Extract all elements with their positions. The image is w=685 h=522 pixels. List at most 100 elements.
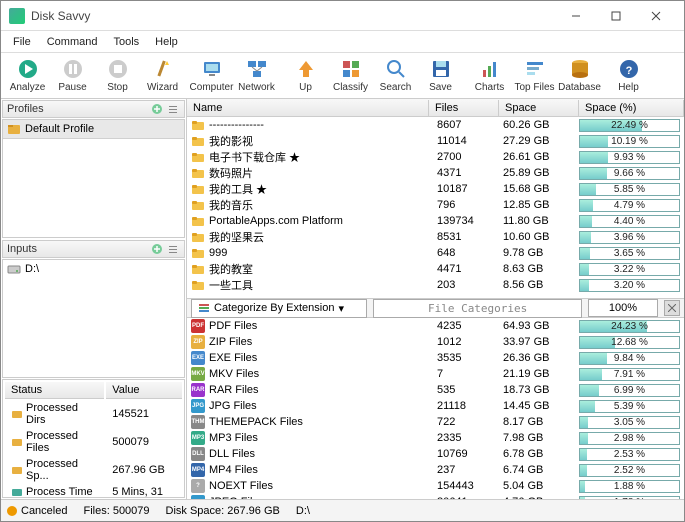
file-row[interactable]: ---------------860760.26 GB22.49 %: [187, 117, 684, 133]
toolbar-wizard-button[interactable]: Wizard: [140, 55, 185, 97]
col-name[interactable]: Name: [187, 100, 429, 116]
profile-item[interactable]: Default Profile: [3, 120, 184, 139]
file-count: 3535: [437, 352, 503, 364]
status-col-value[interactable]: Value: [106, 382, 182, 399]
menu-tools[interactable]: Tools: [105, 33, 147, 51]
file-name: PortableApps.com Platform: [209, 215, 437, 227]
file-count: 4235: [437, 320, 503, 332]
file-name: 999: [209, 247, 437, 259]
zoom-dropdown[interactable]: 100%: [588, 299, 658, 317]
toolbar-computer-button[interactable]: Computer: [189, 55, 234, 97]
toolbar-charts-button[interactable]: Charts: [467, 55, 512, 97]
menu-file[interactable]: File: [5, 33, 39, 51]
input-item[interactable]: D:\: [3, 260, 184, 278]
file-pct-bar: 2.98 %: [579, 432, 680, 445]
stop-icon: [107, 58, 129, 80]
file-space: 60.26 GB: [503, 119, 579, 131]
file-pct-bar: 4.79 %: [579, 199, 680, 212]
file-row[interactable]: JPGJPG Files2111814.45 GB5.39 %: [187, 398, 684, 414]
file-row[interactable]: THMTHEMEPACK Files7228.17 GB3.05 %: [187, 414, 684, 430]
toolbar-classify-button[interactable]: Classify: [328, 55, 373, 97]
close-button[interactable]: [636, 3, 676, 29]
toolbar-database-button[interactable]: Database: [557, 55, 602, 97]
minimize-button[interactable]: [556, 3, 596, 29]
toolbar-analyze-button[interactable]: Analyze: [5, 55, 50, 97]
file-pct-bar: 4.40 %: [579, 215, 680, 228]
statusbar: Canceled Files: 500079 Disk Space: 267.9…: [1, 499, 684, 521]
toolbar-up-button[interactable]: Up: [283, 55, 328, 97]
file-count: 2700: [437, 151, 503, 163]
menu-help[interactable]: Help: [147, 33, 186, 51]
file-row[interactable]: 我的工具 ★1018715.68 GB5.85 %: [187, 181, 684, 197]
status-value: 5 Mins, 31 Secs: [106, 485, 182, 498]
maximize-button[interactable]: [596, 3, 636, 29]
file-row[interactable]: PDFPDF Files423564.93 GB24.23 %: [187, 318, 684, 334]
file-row[interactable]: 我的教室44718.63 GB3.22 %: [187, 261, 684, 277]
toolbar-stop-button[interactable]: Stop: [95, 55, 140, 97]
toolbar-label: Wizard: [147, 82, 178, 93]
file-count: 154443: [437, 480, 503, 492]
file-row[interactable]: PortableApps.com Platform13973411.80 GB4…: [187, 213, 684, 229]
file-row[interactable]: MP4MP4 Files2376.74 GB2.52 %: [187, 462, 684, 478]
inputs-menu-icon[interactable]: [166, 242, 180, 256]
file-row[interactable]: 我的音乐79612.85 GB4.79 %: [187, 197, 684, 213]
status-value: 145521: [106, 401, 182, 427]
file-row[interactable]: 电子书下载仓库 ★270026.61 GB9.93 %: [187, 149, 684, 165]
file-count: 237: [437, 464, 503, 476]
folder-icon: [191, 166, 205, 180]
profiles-add-icon[interactable]: [150, 102, 164, 116]
col-files[interactable]: Files: [429, 100, 499, 116]
file-pct-bar: 2.53 %: [579, 448, 680, 461]
col-pct[interactable]: Space (%): [579, 100, 684, 116]
analyze-icon: [17, 58, 39, 80]
file-row[interactable]: ZIPZIP Files101233.97 GB12.68 %: [187, 334, 684, 350]
categorize-dropdown[interactable]: Categorize By Extension ▾: [191, 299, 367, 318]
input-label: D:\: [25, 263, 39, 275]
menubar: File Command Tools Help: [1, 31, 684, 53]
menu-command[interactable]: Command: [39, 33, 106, 51]
file-row[interactable]: 我的坚果云853110.60 GB3.96 %: [187, 229, 684, 245]
file-pct-bar: 9.66 %: [579, 167, 680, 180]
file-row[interactable]: DLLDLL Files107696.78 GB2.53 %: [187, 446, 684, 462]
file-count: 10769: [437, 448, 503, 460]
toolbar-pause-button[interactable]: Pause: [50, 55, 95, 97]
toolbar-network-button[interactable]: Network: [234, 55, 279, 97]
toolbar-search-button[interactable]: Search: [373, 55, 418, 97]
file-row[interactable]: 9996489.78 GB3.65 %: [187, 245, 684, 261]
file-space: 11.80 GB: [503, 215, 579, 227]
file-row[interactable]: ?NOEXT Files1544435.04 GB1.88 %: [187, 478, 684, 494]
toolbar-help-button[interactable]: ?Help: [606, 55, 651, 97]
top-file-list[interactable]: ---------------860760.26 GB22.49 %我的影视11…: [187, 117, 684, 298]
filetype-icon: ?: [191, 479, 205, 493]
folder-icon: [191, 262, 205, 276]
col-space[interactable]: Space: [499, 100, 579, 116]
toolbar-topfiles-button[interactable]: Top Files: [512, 55, 557, 97]
toolbar-save-button[interactable]: Save: [418, 55, 463, 97]
file-row[interactable]: MP3MP3 Files23357.98 GB2.98 %: [187, 430, 684, 446]
file-count: 10187: [437, 183, 503, 195]
file-row[interactable]: RARRAR Files53518.73 GB6.99 %: [187, 382, 684, 398]
file-pct-bar: 22.49 %: [579, 119, 680, 132]
file-row[interactable]: 数码照片437125.89 GB9.66 %: [187, 165, 684, 181]
app-logo-icon: [9, 8, 25, 24]
file-pct-bar: 3.20 %: [579, 279, 680, 292]
status-col-status[interactable]: Status: [5, 382, 104, 399]
file-row[interactable]: MKVMKV Files721.19 GB7.91 %: [187, 366, 684, 382]
file-count: 535: [437, 384, 503, 396]
file-pct-bar: 9.84 %: [579, 352, 680, 365]
network-icon: [246, 58, 268, 80]
profiles-menu-icon[interactable]: [166, 102, 180, 116]
file-space: 33.97 GB: [503, 336, 579, 348]
file-row[interactable]: 我的影视1101427.29 GB10.19 %: [187, 133, 684, 149]
file-row[interactable]: 一些工具2038.56 GB3.20 %: [187, 277, 684, 293]
file-name: MKV Files: [209, 368, 437, 380]
help-icon: ?: [618, 58, 640, 80]
close-categories-button[interactable]: [664, 300, 680, 316]
status-state-text: Canceled: [21, 505, 67, 517]
file-row[interactable]: EXEEXE Files353526.36 GB9.84 %: [187, 350, 684, 366]
topfiles-icon: [524, 58, 546, 80]
inputs-add-icon[interactable]: [150, 242, 164, 256]
toolbar-label: Computer: [190, 82, 234, 93]
file-pct-bar: 3.22 %: [579, 263, 680, 276]
bottom-file-list[interactable]: PDFPDF Files423564.93 GB24.23 %ZIPZIP Fi…: [187, 318, 684, 499]
